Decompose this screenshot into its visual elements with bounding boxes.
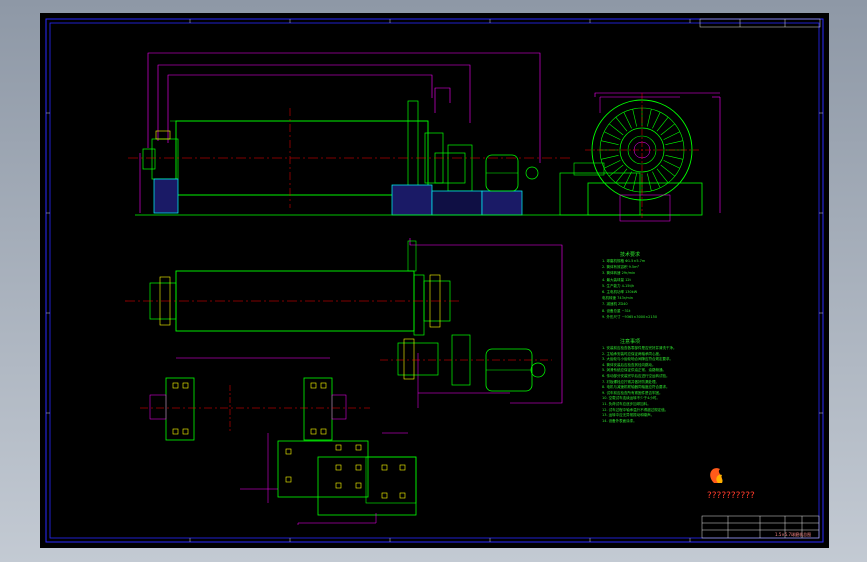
notes-item: 8. 电机与减速机联轴器同轴度应符合要求。 <box>602 385 670 390</box>
motor-fin <box>663 131 680 140</box>
notes-item: 14. 设备外表面涂漆。 <box>602 418 637 423</box>
right-foundation <box>391 184 433 216</box>
motor-fin <box>632 108 637 127</box>
motor-fin <box>663 160 680 169</box>
motor-fin <box>623 112 632 129</box>
motor-fin <box>632 173 637 192</box>
motor-fin <box>600 140 619 145</box>
motor-fin <box>608 123 624 136</box>
notes-title: 注意事项 <box>620 339 641 345</box>
big-gear-front <box>407 100 419 198</box>
frame-ticks <box>46 19 823 542</box>
motor-fin <box>647 108 652 127</box>
tech-requirements-title: 技术要求 <box>620 252 641 258</box>
motor-fin <box>652 171 661 188</box>
motor-fin <box>623 171 632 188</box>
notes-item: 3. 大齿轮与小齿轮啮合间隙应符合规定要求。 <box>602 357 673 362</box>
tech_requirements-item: 9. 外形尺寸 ~9365×3000×2150 <box>602 314 658 319</box>
motor-fin <box>600 155 619 160</box>
motor-fin <box>608 164 624 177</box>
logo-text: ?????????? <box>707 491 755 501</box>
foundation-plan <box>140 357 417 525</box>
drive-foundation-pad <box>277 440 369 498</box>
notes-item: 1. 安装前应检查各零部件是否完好并清洗干净。 <box>602 346 677 350</box>
motor-fin <box>615 116 628 132</box>
motor-fin <box>660 164 676 177</box>
inner-frame <box>49 22 820 539</box>
motor-fin <box>656 116 669 132</box>
motor-fin <box>656 168 669 184</box>
notes-list: 1. 安装前应检查各零部件是否完好并清洗干净。 2. 主轴承安装时应保证两轴承同心… <box>602 346 676 424</box>
left-trunnion <box>151 138 179 180</box>
motor-fin <box>660 123 676 136</box>
logo-flame-icon <box>710 468 723 483</box>
motor-fin <box>652 112 661 129</box>
motor-fin <box>647 173 652 192</box>
title-block-name: 1.5×5.7球磨机总图 <box>775 532 812 537</box>
plan-view <box>125 238 563 408</box>
motor-fin <box>665 155 684 160</box>
motor-fin <box>604 160 621 169</box>
tech-requirements-list: 1. 球磨机规格 Φ1.5×5.7m 2. 筒体有效容积 9.5m³ 3. 筒体转速… <box>602 258 657 320</box>
outer-frame <box>45 18 824 543</box>
left-foundation-pad <box>165 377 195 441</box>
motor-side-view <box>585 93 703 222</box>
motor-fin <box>665 140 684 145</box>
motor-fin <box>615 168 628 184</box>
notes-item: 6. 传动部分安装完毕后应进行空运转试验。 <box>602 373 670 378</box>
right-foundation-pad <box>303 377 333 441</box>
left-bearing-base <box>153 178 179 214</box>
motor-fin <box>604 131 621 140</box>
drawing-canvas[interactable]: 技术要求 1. 球磨机规格 Φ1.5×5.7m 2. 筒体有效容积 9.5m³ 3.… <box>40 13 829 548</box>
